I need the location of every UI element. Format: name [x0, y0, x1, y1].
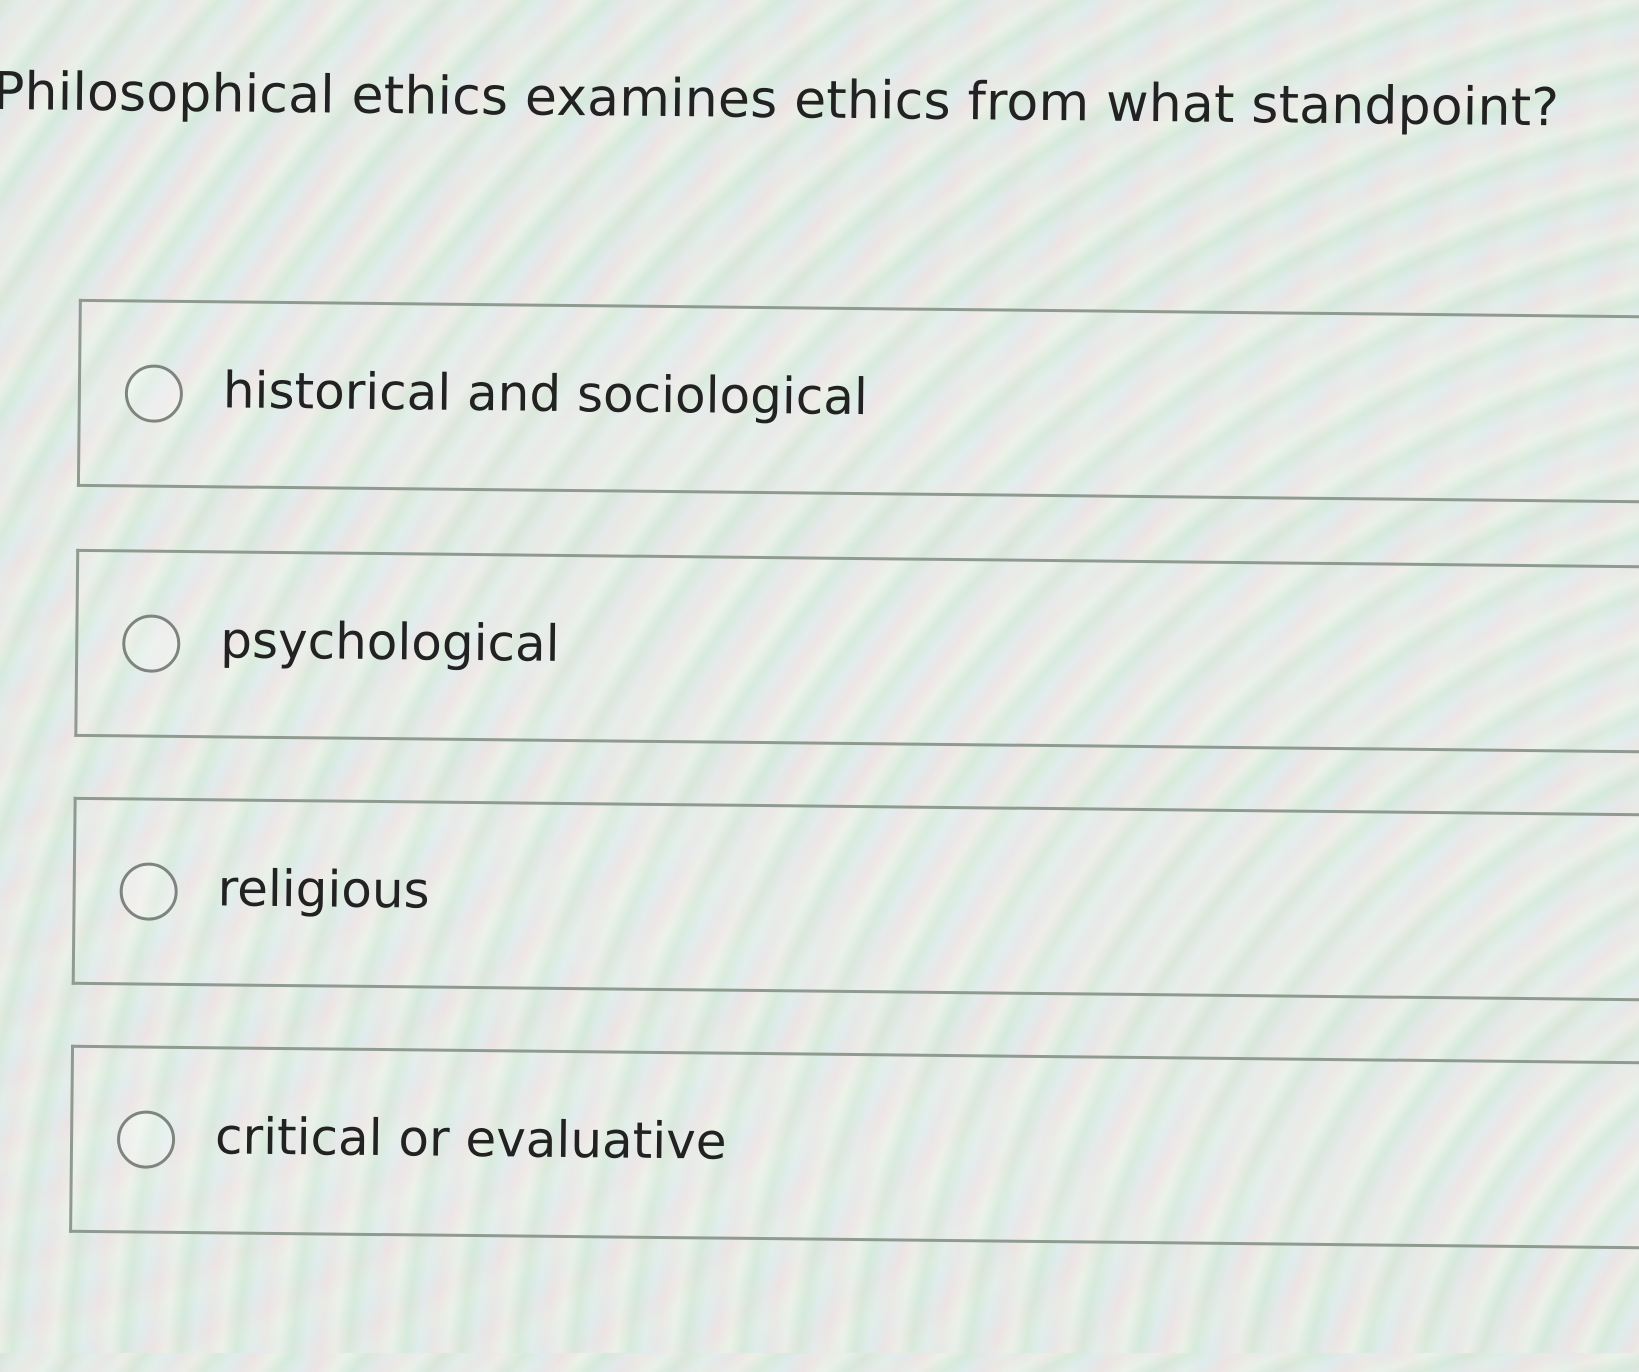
radio-button-icon[interactable] [121, 614, 181, 673]
answer-option-religious[interactable]: religious [71, 796, 1639, 1003]
question-text: Philosophical ethics examines ethics fro… [0, 61, 1560, 139]
answer-option-label: critical or evaluative [214, 1107, 727, 1171]
quiz-question-page: Philosophical ethics examines ethics fro… [0, 0, 1639, 1370]
radio-button-icon[interactable] [124, 364, 184, 423]
answer-option-historical-and-sociological[interactable]: historical and sociological [76, 298, 1639, 505]
answer-option-critical-or-evaluative[interactable]: critical or evaluative [69, 1044, 1639, 1251]
answer-option-label: religious [217, 859, 430, 920]
answer-option-label: psychological [220, 611, 560, 673]
radio-button-icon[interactable] [116, 1110, 176, 1169]
answer-option-psychological[interactable]: psychological [74, 548, 1639, 755]
radio-button-icon[interactable] [119, 862, 178, 921]
answer-option-label: historical and sociological [222, 361, 869, 427]
